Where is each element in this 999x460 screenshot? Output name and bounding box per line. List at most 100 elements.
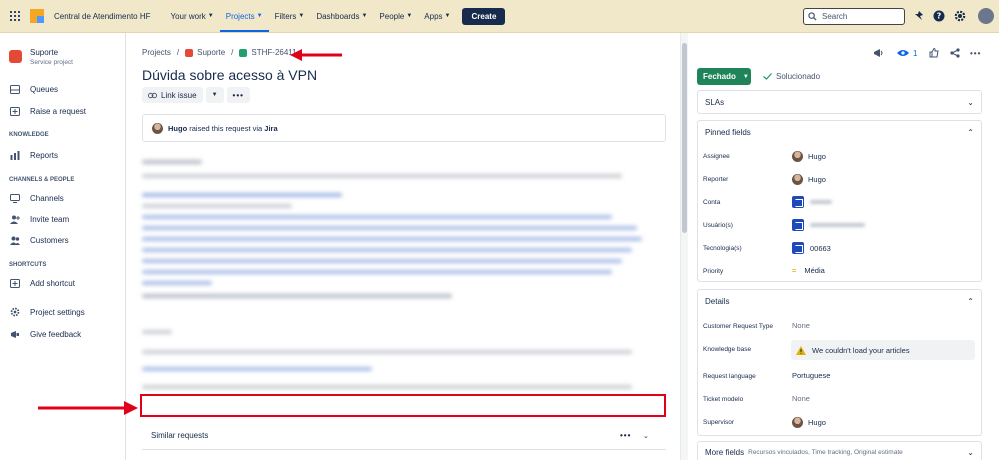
sidebar-item-customers[interactable]: Customers — [9, 235, 69, 245]
nav-dashboards[interactable]: Dashboards ▼ — [310, 0, 373, 32]
site-logo-icon[interactable] — [30, 9, 44, 23]
raise-request-icon — [9, 106, 21, 116]
link-issue-button[interactable]: Link issue — [142, 87, 203, 103]
avatar — [152, 122, 163, 134]
chevron-down-icon: ▼ — [444, 13, 451, 19]
usuario-field[interactable] — [792, 219, 865, 231]
link-issue-dropdown-button[interactable]: ▼ — [205, 87, 224, 103]
invite-team-icon — [9, 214, 21, 224]
chevron-down-icon[interactable]: ⌄ — [643, 432, 649, 440]
scrollbar-thumb[interactable] — [682, 43, 687, 233]
project-name: Suporte — [30, 48, 59, 57]
pinned-fields-label: Pinned fields — [705, 127, 751, 137]
more-actions-button[interactable]: ••• — [226, 87, 250, 103]
supervisor-label: Supervisor — [703, 419, 735, 426]
sidebar-item-label: Project settings — [30, 307, 85, 317]
similar-requests-panel[interactable]: Similar requests ••• ⌄ — [142, 422, 666, 450]
assignee-field[interactable]: Hugo — [792, 151, 826, 162]
more-icon[interactable]: ••• — [620, 431, 631, 440]
redacted-value — [810, 200, 832, 204]
assignee-value: Hugo — [808, 152, 826, 161]
sidebar-item-project-settings[interactable]: Project settings — [9, 307, 85, 317]
slas-label: SLAs — [705, 97, 725, 107]
knowledge-base-warning: We couldn't load your articles — [791, 340, 975, 360]
chevron-down-icon: ⌄ — [967, 97, 974, 107]
chevron-down-icon: ▼ — [742, 73, 749, 80]
sidebar-item-raise-request[interactable]: Raise a request — [9, 106, 86, 116]
watchers-count: 1 — [913, 48, 918, 58]
avatar — [792, 417, 803, 428]
nav-label: Dashboards — [316, 11, 360, 21]
nav-label: Projects — [225, 11, 255, 21]
more-fields-label: More fields — [705, 447, 745, 457]
sidebar-item-queues[interactable]: Queues — [9, 84, 58, 94]
supervisor-value: Hugo — [808, 418, 826, 427]
warning-icon — [796, 345, 806, 355]
sidebar-item-give-feedback[interactable]: Give feedback — [9, 329, 81, 339]
vote-thumbs-up-icon[interactable] — [929, 47, 939, 59]
reporter-field[interactable]: Hugo — [792, 174, 826, 185]
conta-field[interactable] — [792, 196, 832, 208]
help-icon[interactable]: ? — [933, 10, 945, 22]
tecnologia-field[interactable]: 00663 — [792, 242, 831, 254]
annotation-arrow-icon — [290, 49, 342, 61]
feedback-megaphone-icon[interactable] — [873, 47, 884, 59]
nav-label: Filters — [274, 11, 297, 21]
nav-projects[interactable]: Projects ▼ — [219, 0, 269, 32]
nav-apps[interactable]: Apps ▼ — [418, 0, 456, 32]
settings-gear-icon[interactable] — [954, 10, 966, 22]
sidebar-item-invite-team[interactable]: Invite team — [9, 214, 69, 224]
customer-request-type-value[interactable]: None — [792, 321, 810, 330]
more-actions-icon[interactable]: ••• — [970, 47, 981, 59]
sidebar-item-label: Queues — [30, 84, 59, 94]
request-author[interactable]: Hugo — [168, 124, 187, 133]
sidebar-item-add-shortcut[interactable]: Add shortcut — [9, 278, 75, 288]
create-button[interactable]: Create — [462, 7, 506, 25]
nav-filters[interactable]: Filters ▼ — [269, 0, 311, 32]
request-language-value[interactable]: Portuguese — [792, 371, 830, 380]
usuario-label: Usuário(s) — [703, 222, 733, 229]
customer-request-type-label: Customer Request Type — [703, 323, 773, 330]
details-header[interactable]: Details ⌃ — [698, 290, 981, 312]
shortcuts-heading: SHORTCUTS — [9, 262, 47, 268]
sidebar-item-label: Invite team — [30, 214, 70, 224]
chevron-up-icon: ⌃ — [967, 127, 974, 137]
user-avatar[interactable] — [978, 8, 994, 24]
site-name[interactable]: Central de Atendimento HF — [54, 12, 151, 21]
pinned-fields-panel: Pinned fields ⌃ — [697, 120, 982, 282]
sidebar-item-label: Reports — [30, 150, 59, 160]
scrollbar[interactable] — [680, 33, 688, 460]
search-input[interactable]: Search — [803, 8, 905, 25]
nav-people[interactable]: People ▼ — [373, 0, 418, 32]
pinned-fields-header[interactable]: Pinned fields ⌃ — [698, 121, 981, 143]
app-switcher-icon[interactable] — [10, 11, 20, 21]
breadcrumb-separator: / — [176, 48, 180, 57]
assignee-label: Assignee — [703, 153, 730, 160]
chevron-down-icon: ▼ — [256, 13, 263, 19]
nav-your-work[interactable]: Your work ▼ — [165, 0, 220, 32]
status-button[interactable]: Fechado ▼ — [697, 68, 751, 85]
avatar — [792, 151, 803, 162]
share-icon[interactable] — [950, 47, 960, 59]
breadcrumb-projects[interactable]: Projects — [142, 48, 171, 57]
project-icon — [9, 50, 22, 63]
sidebar-item-reports[interactable]: Reports — [9, 150, 58, 160]
sidebar-item-label: Add shortcut — [30, 278, 75, 288]
conta-label: Conta — [703, 199, 721, 206]
supervisor-field[interactable]: Hugo — [792, 417, 826, 428]
queues-icon — [9, 84, 21, 94]
ticket-modelo-value[interactable]: None — [792, 394, 810, 403]
request-text: raised this request via — [187, 123, 265, 133]
project-header[interactable]: Suporte Service project — [9, 48, 73, 66]
breadcrumb-project[interactable]: Suporte — [197, 48, 225, 57]
notifications-icon[interactable] — [913, 10, 925, 22]
page-title[interactable]: Dúvida sobre acesso à VPN — [142, 67, 317, 83]
sidebar-item-channels[interactable]: Channels — [9, 193, 64, 203]
priority-field[interactable]: = Média — [792, 266, 825, 275]
slas-panel[interactable]: SLAs ⌄ — [697, 90, 982, 114]
ticket-modelo-label: Ticket modelo — [703, 396, 744, 403]
more-fields-panel[interactable]: More fields Recursos vinculados, Time tr… — [697, 441, 982, 460]
watchers-button[interactable]: 1 — [897, 47, 917, 59]
priority-value: Média — [804, 266, 825, 275]
nav-label: Your work — [170, 11, 206, 21]
